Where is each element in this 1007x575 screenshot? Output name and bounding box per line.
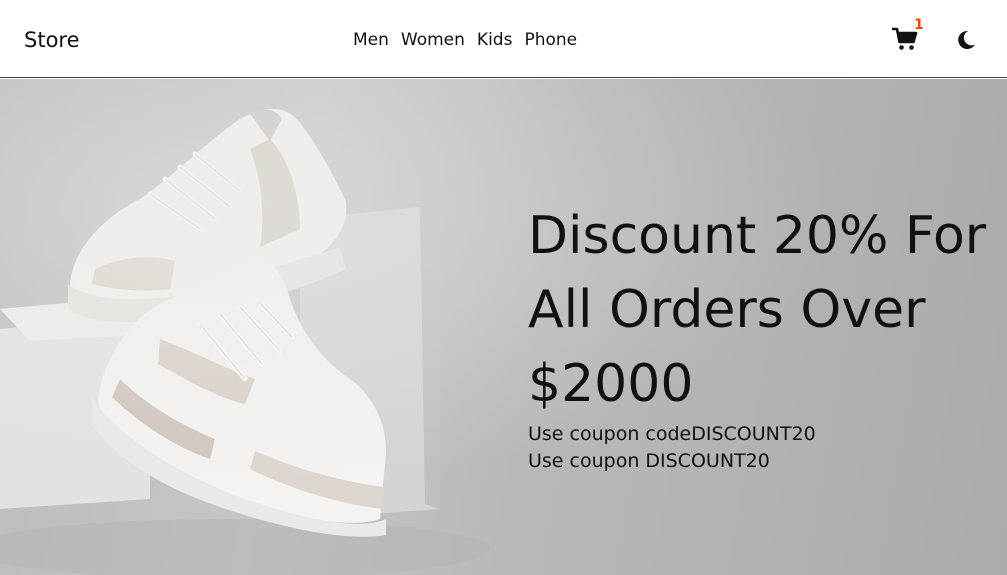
hero-text: Discount 20% For All Orders Over $2000 U…	[528, 199, 988, 475]
moon-icon	[958, 30, 975, 49]
nav-link-women[interactable]: Women	[401, 29, 465, 51]
nav-link-men[interactable]: Men	[353, 29, 389, 51]
nav-link-kids[interactable]: Kids	[477, 29, 513, 51]
cart-count-badge: 1	[914, 17, 924, 33]
coupon-text-1: Use coupon codeDISCOUNT20	[528, 423, 816, 445]
hero-title-line: $2000	[528, 354, 694, 414]
navbar: Store Men Women Kids Phone 1	[0, 0, 1007, 78]
hero-title: Discount 20% For All Orders Over $2000	[528, 199, 988, 421]
theme-toggle-button[interactable]	[955, 29, 977, 51]
cart-button[interactable]: 1	[892, 17, 926, 56]
coupon-text-2: Use coupon DISCOUNT20	[528, 450, 770, 472]
brand-logo[interactable]: Store	[24, 27, 80, 53]
nav-links: Men Women Kids Phone	[353, 29, 577, 51]
nav-link-phone[interactable]: Phone	[524, 29, 577, 51]
hero-title-line: All Orders Over	[528, 280, 926, 340]
hero-banner: Discount 20% For All Orders Over $2000 U…	[0, 79, 1007, 575]
hero-title-line: Discount 20% For	[528, 206, 987, 266]
